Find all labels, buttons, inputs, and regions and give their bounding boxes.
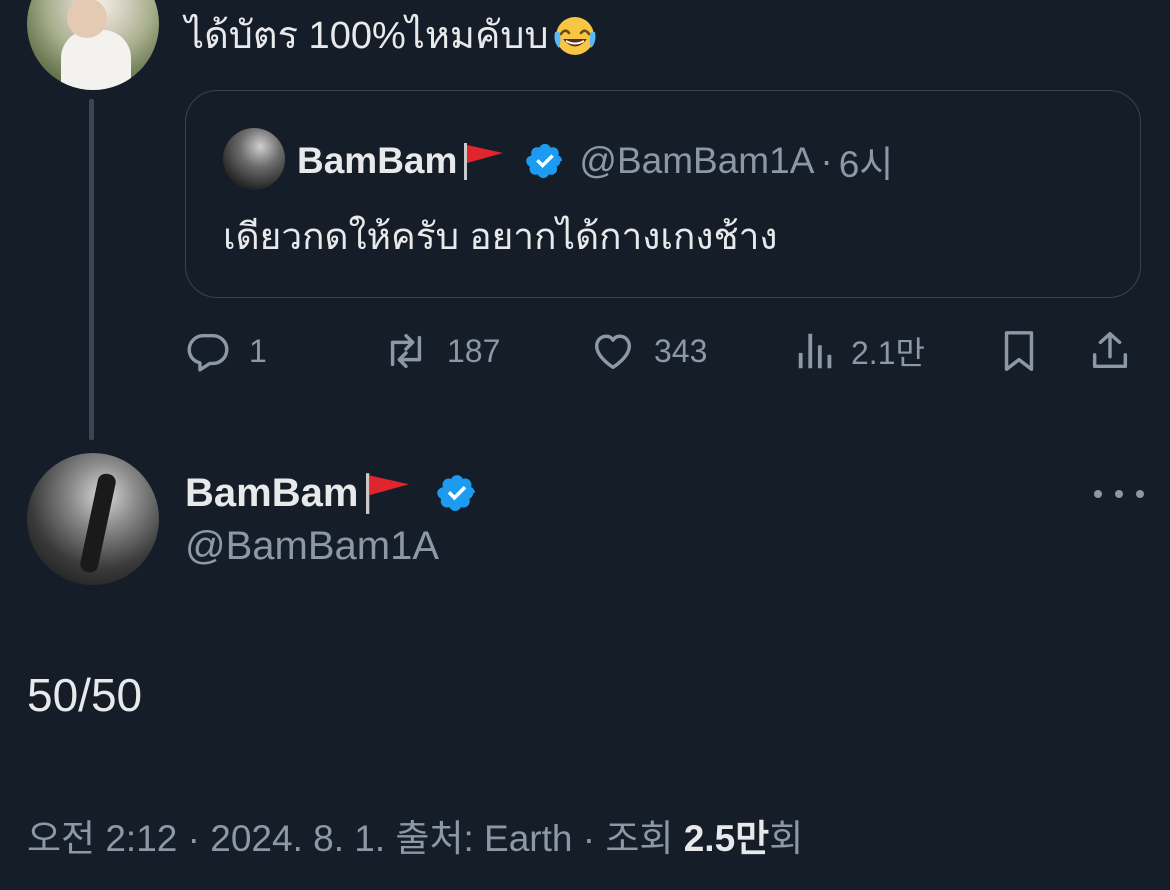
quoted-author-name: BamBam xyxy=(297,140,458,181)
tweet-action-bar: 1 187 343 2.1만 xyxy=(185,326,1141,376)
views-button[interactable]: 2.1만 xyxy=(793,326,925,376)
like-count: 343 xyxy=(654,332,708,369)
quoted-tweet-time: 6시 xyxy=(838,144,894,185)
share-button[interactable] xyxy=(1087,326,1133,376)
reply-count: 1 xyxy=(249,332,267,369)
red-flag-icon xyxy=(366,473,410,514)
more-options-button[interactable] xyxy=(1094,484,1144,504)
tweet-meta-line: 오전 2:12 · 2024. 8. 1. 출처: Earth · 조회 2.5… xyxy=(27,808,803,862)
views-analytics-icon xyxy=(798,333,832,369)
main-tweet-text: 50/50 xyxy=(27,669,143,721)
red-flag-icon xyxy=(464,143,504,180)
bookmark-button[interactable] xyxy=(996,326,1042,376)
tweet-view-suffix: 회 xyxy=(769,818,804,859)
tweet-timestamp-source[interactable]: 오전 2:12 · 2024. 8. 1. 출처: Earth · 조회 xyxy=(27,818,684,859)
bookmark-icon xyxy=(1004,331,1034,371)
verified-badge-icon xyxy=(526,143,563,179)
main-author-avatar[interactable] xyxy=(27,453,159,585)
like-button[interactable]: 343 xyxy=(590,326,707,376)
share-icon xyxy=(1092,332,1128,369)
quoted-author-handle: @BamBam1A xyxy=(579,140,815,181)
retweet-button[interactable]: 187 xyxy=(383,326,500,376)
quoted-author-avatar xyxy=(223,128,285,190)
main-author-name: BamBam xyxy=(185,470,359,515)
reply-text: ได้บัตร 100%ไหมคับบ xyxy=(185,15,549,57)
quoted-tweet-text: เดียวกดให้ครับ อยากได้กางเกงช้าง xyxy=(223,216,778,257)
views-count: 2.1만 xyxy=(851,335,925,371)
thread-connector-line xyxy=(89,99,94,440)
reply-author-avatar[interactable] xyxy=(27,0,159,90)
heart-icon xyxy=(594,334,632,370)
reply-icon xyxy=(187,333,229,372)
more-dot-icon xyxy=(1115,490,1123,498)
main-author-handle[interactable]: @BamBam1A xyxy=(185,524,439,569)
face-with-tears-of-joy-icon xyxy=(554,17,596,55)
reply-button[interactable]: 1 xyxy=(185,326,267,376)
main-author-name-row[interactable]: BamBam xyxy=(185,468,478,518)
retweet-icon xyxy=(390,333,422,369)
reply-tweet-text: ได้บัตร 100%ไหมคับบ xyxy=(185,8,599,64)
tweet-view-count[interactable]: 2.5만 xyxy=(684,818,769,859)
verified-badge-icon xyxy=(437,475,476,511)
quoted-tweet-card[interactable]: BamBam @BamBam1A · 6시 เดียวกดให้ครับ อยา… xyxy=(185,90,1141,298)
quoted-tweet-header: BamBam @BamBam1A · 6시 xyxy=(297,136,893,186)
more-dot-icon xyxy=(1094,490,1102,498)
quoted-time-separator: · xyxy=(820,140,833,181)
retweet-count: 187 xyxy=(447,332,501,369)
tweet-thread-view: ได้บัตร 100%ไหมคับบ BamBam @BamBam1A · 6… xyxy=(0,0,1170,890)
more-dot-icon xyxy=(1136,490,1144,498)
